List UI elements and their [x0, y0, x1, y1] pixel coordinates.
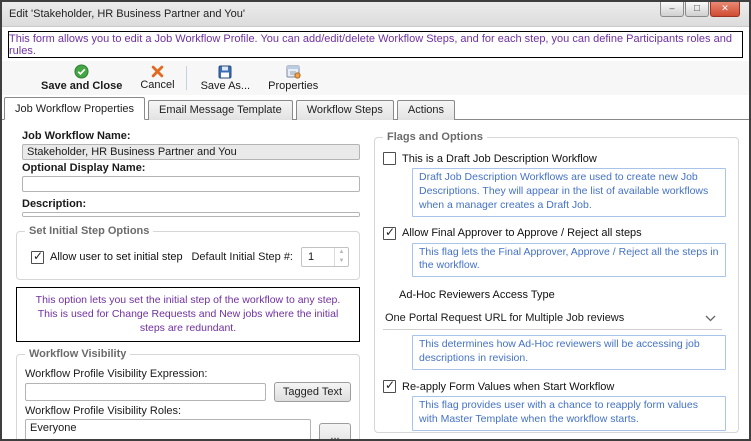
workflow-visibility-title: Workflow Visibility — [25, 348, 130, 360]
save-as-button[interactable]: Save As... — [192, 64, 260, 93]
minimize-icon — [669, 3, 674, 13]
tab-actions[interactable]: Actions — [397, 100, 455, 120]
visibility-expression-label: Workflow Profile Visibility Expression: — [25, 368, 351, 380]
description-label: Description: — [22, 198, 360, 210]
visibility-expression-row: Tagged Text — [25, 382, 351, 402]
visibility-roles-label: Workflow Profile Visibility Roles: — [25, 405, 351, 417]
default-initial-step-label: Default Initial Step #: — [191, 251, 293, 263]
minimize-button[interactable] — [660, 2, 684, 17]
cancel-button[interactable]: Cancel — [131, 64, 183, 92]
window-title: Edit 'Stakeholder, HR Business Partner a… — [9, 8, 245, 20]
draft-workflow-help: Draft Job Description Workflows are used… — [412, 168, 726, 217]
roles-browse-button[interactable]: ... — [319, 423, 351, 439]
spinner-arrows[interactable]: ▲ ▼ — [334, 248, 348, 266]
workflow-visibility-group: Workflow Visibility Workflow Profile Vis… — [16, 354, 360, 439]
save-as-label: Save As... — [201, 80, 251, 92]
draft-workflow-label: This is a Draft Job Description Workflow — [402, 153, 597, 165]
job-workflow-name-label: Job Workflow Name: — [22, 130, 360, 142]
right-column: Flags and Options This is a Draft Job De… — [374, 128, 741, 433]
check-circle-icon — [74, 64, 89, 79]
tagged-text-button[interactable]: Tagged Text — [274, 382, 351, 402]
flags-and-options-group: Flags and Options This is a Draft Job De… — [374, 137, 739, 433]
cancel-label: Cancel — [140, 79, 174, 91]
properties-button[interactable]: Properties — [259, 64, 327, 93]
save-and-close-label: Save and Close — [41, 80, 122, 92]
spinner-value: 1 — [302, 248, 334, 266]
visibility-expression-field[interactable] — [25, 383, 266, 401]
tab-job-workflow-properties[interactable]: Job Workflow Properties — [4, 97, 145, 120]
allow-user-checkbox[interactable] — [31, 251, 44, 264]
optional-display-name-label: Optional Display Name: — [22, 162, 360, 174]
reapply-form-values-help-text: This flag provides user with a chance to… — [419, 399, 698, 425]
maximize-icon — [694, 3, 700, 13]
allow-user-label: Allow user to set initial step — [50, 251, 183, 263]
save-and-close-button[interactable]: Save and Close — [32, 63, 131, 93]
spinner-up-icon[interactable]: ▲ — [335, 248, 348, 257]
final-approver-help-text: This flag lets the Final Approver, Appro… — [419, 246, 718, 272]
maximize-button[interactable] — [685, 2, 709, 17]
banner-wrap: This form allows you to edit a Job Workf… — [2, 27, 749, 61]
properties-icon — [286, 65, 301, 79]
initial-step-options-title: Set Initial Step Options — [25, 225, 153, 237]
spinner-down-icon[interactable]: ▼ — [335, 257, 348, 266]
description-field[interactable]: Job Description Workflow: Stakeholder, H… — [22, 212, 360, 217]
draft-workflow-checkbox[interactable] — [383, 152, 396, 165]
initial-step-note-text: This option lets you set the initial ste… — [36, 294, 341, 334]
title-bar[interactable]: Edit 'Stakeholder, HR Business Partner a… — [2, 2, 749, 27]
initial-step-row: Allow user to set initial step Default I… — [25, 244, 351, 271]
toolbar-separator — [186, 66, 187, 90]
optional-display-name-field[interactable] — [22, 176, 360, 192]
allow-user-set-initial-step[interactable]: Allow user to set initial step — [31, 251, 183, 264]
info-banner-text: This form allows you to edit a Job Workf… — [9, 33, 742, 57]
default-initial-step-spinner[interactable]: 1 ▲ ▼ — [301, 247, 349, 267]
adhoc-access-type-value: One Portal Request URL for Multiple Job … — [385, 312, 624, 324]
initial-step-options-group: Set Initial Step Options Allow user to s… — [16, 231, 360, 280]
edit-workflow-dialog: Edit 'Stakeholder, HR Business Partner a… — [0, 0, 751, 441]
final-approver-checkbox[interactable] — [383, 227, 396, 240]
final-approver-label: Allow Final Approver to Approve / Reject… — [402, 227, 642, 239]
close-icon — [721, 3, 729, 13]
final-approver-option[interactable]: Allow Final Approver to Approve / Reject… — [383, 227, 730, 240]
reapply-form-values-label: Re-apply Form Values when Start Workflow — [402, 381, 614, 393]
tab-page-content: Job Workflow Name: Optional Display Name… — [2, 120, 749, 439]
initial-step-note: This option lets you set the initial ste… — [16, 287, 360, 342]
tab-workflow-steps[interactable]: Workflow Steps — [296, 100, 394, 120]
adhoc-access-type-label: Ad-Hoc Reviewers Access Type — [399, 289, 730, 301]
visibility-roles-row: Everyone ... — [25, 419, 351, 439]
close-button[interactable] — [710, 2, 740, 17]
reapply-form-values-help: This flag provides user with a chance to… — [412, 396, 726, 431]
tab-email-message-template[interactable]: Email Message Template — [148, 100, 293, 120]
final-approver-help: This flag lets the Final Approver, Appro… — [412, 243, 726, 278]
adhoc-access-type-help-text: This determines how Ad-Hoc reviewers wil… — [419, 338, 700, 364]
tab-strip: Job Workflow Properties Email Message Te… — [2, 95, 749, 120]
left-column: Job Workflow Name: Optional Display Name… — [16, 128, 360, 433]
floppy-disk-icon — [218, 65, 232, 79]
adhoc-access-type-dropdown[interactable]: One Portal Request URL for Multiple Job … — [383, 309, 722, 330]
flags-and-options-title: Flags and Options — [383, 131, 487, 143]
reapply-form-values-option[interactable]: Re-apply Form Values when Start Workflow — [383, 380, 730, 393]
properties-label: Properties — [268, 80, 318, 92]
cancel-x-icon — [151, 65, 164, 78]
adhoc-access-type-help: This determines how Ad-Hoc reviewers wil… — [412, 335, 726, 370]
draft-workflow-option[interactable]: This is a Draft Job Description Workflow — [383, 152, 730, 165]
reapply-form-values-checkbox[interactable] — [383, 380, 396, 393]
job-workflow-name-field[interactable] — [22, 144, 360, 160]
toolbar: Save and Close Cancel Save As... Propert… — [2, 61, 749, 95]
visibility-roles-field[interactable]: Everyone — [25, 419, 311, 439]
window-controls — [660, 2, 740, 17]
chevron-down-icon — [705, 315, 716, 322]
info-banner: This form allows you to edit a Job Workf… — [8, 31, 743, 58]
draft-workflow-help-text: Draft Job Description Workflows are used… — [419, 171, 708, 211]
default-initial-step-wrap: Default Initial Step #: 1 ▲ ▼ — [191, 247, 349, 267]
